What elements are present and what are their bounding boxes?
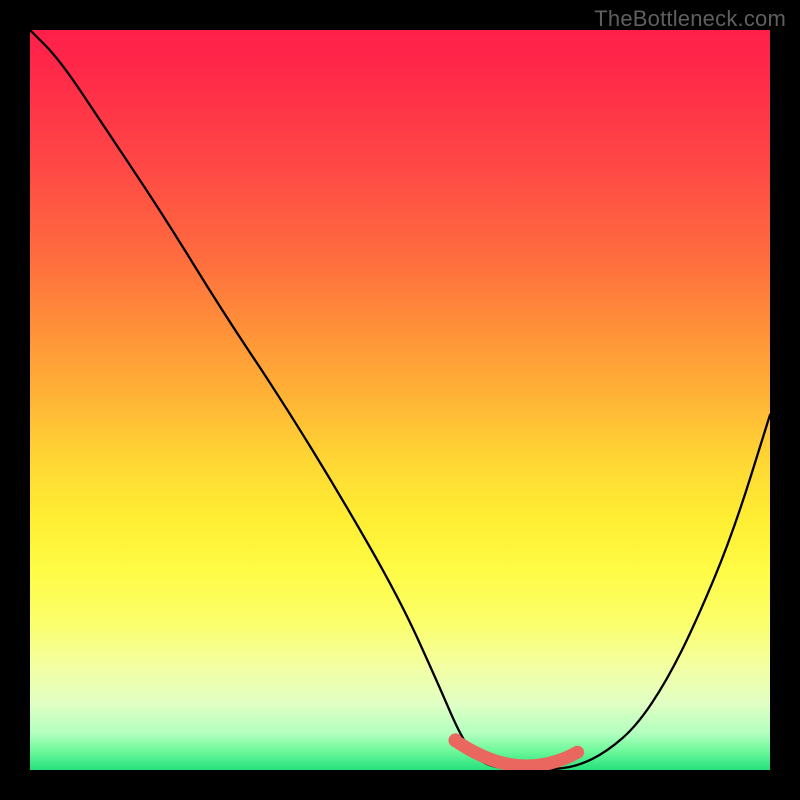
watermark-text: TheBottleneck.com [594, 6, 786, 32]
chart-container: TheBottleneck.com [0, 0, 800, 800]
marker-dot [449, 733, 463, 747]
chart-svg-overlay [30, 30, 770, 770]
optimal-range-arc [459, 743, 577, 766]
bottleneck-curve [30, 30, 770, 770]
